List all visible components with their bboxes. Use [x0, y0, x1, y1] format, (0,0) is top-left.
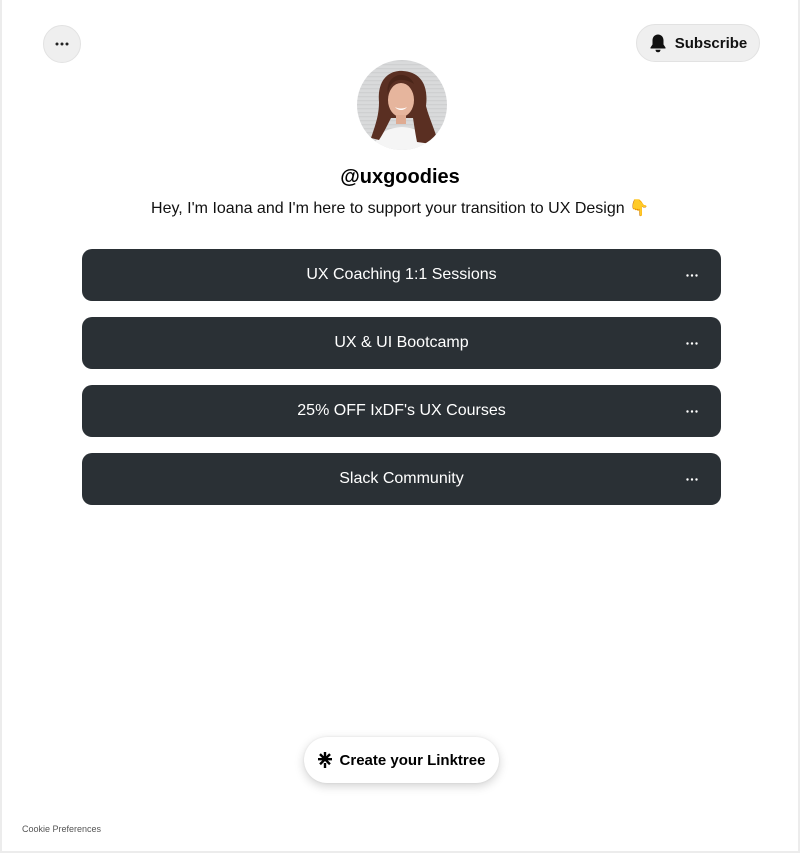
link-button[interactable]: 25% OFF IxDF's UX Courses: [82, 385, 721, 437]
link-more-button[interactable]: [681, 264, 703, 286]
more-horizontal-icon: [686, 273, 698, 277]
create-linktree-button[interactable]: Create your Linktree: [304, 737, 499, 783]
link-more-button[interactable]: [681, 468, 703, 490]
cookie-preferences-link[interactable]: Cookie Preferences: [22, 824, 101, 834]
subscribe-label: Subscribe: [674, 34, 748, 52]
avatar: [357, 60, 447, 150]
more-horizontal-icon: [686, 341, 698, 345]
link-button[interactable]: Slack Community: [82, 453, 721, 505]
link-more-button[interactable]: [681, 332, 703, 354]
profile-username: @uxgoodies: [340, 166, 460, 188]
link-label: UX Coaching 1:1 Sessions: [306, 266, 497, 283]
more-options-button[interactable]: [43, 25, 81, 63]
link-label: Slack Community: [339, 470, 464, 487]
link-label: UX & UI Bootcamp: [334, 334, 469, 351]
create-linktree-label: Create your Linktree: [339, 751, 486, 769]
bell-icon: [650, 34, 666, 53]
more-horizontal-icon: [686, 409, 698, 413]
link-list: UX Coaching 1:1 Sessions UX & UI Bootcam…: [82, 249, 721, 521]
link-more-button[interactable]: [681, 400, 703, 422]
more-horizontal-icon: [686, 477, 698, 481]
linktree-logo-icon: [317, 752, 332, 768]
subscribe-button[interactable]: Subscribe: [636, 24, 760, 62]
link-button[interactable]: UX & UI Bootcamp: [82, 317, 721, 369]
link-label: 25% OFF IxDF's UX Courses: [297, 402, 506, 419]
profile-bio: Hey, I'm Ioana and I'm here to support y…: [151, 200, 649, 217]
link-button[interactable]: UX Coaching 1:1 Sessions: [82, 249, 721, 301]
more-horizontal-icon: [55, 42, 69, 46]
linktree-page: Subscribe @uxgoodies Hey, I'm Ioana and …: [0, 0, 800, 853]
